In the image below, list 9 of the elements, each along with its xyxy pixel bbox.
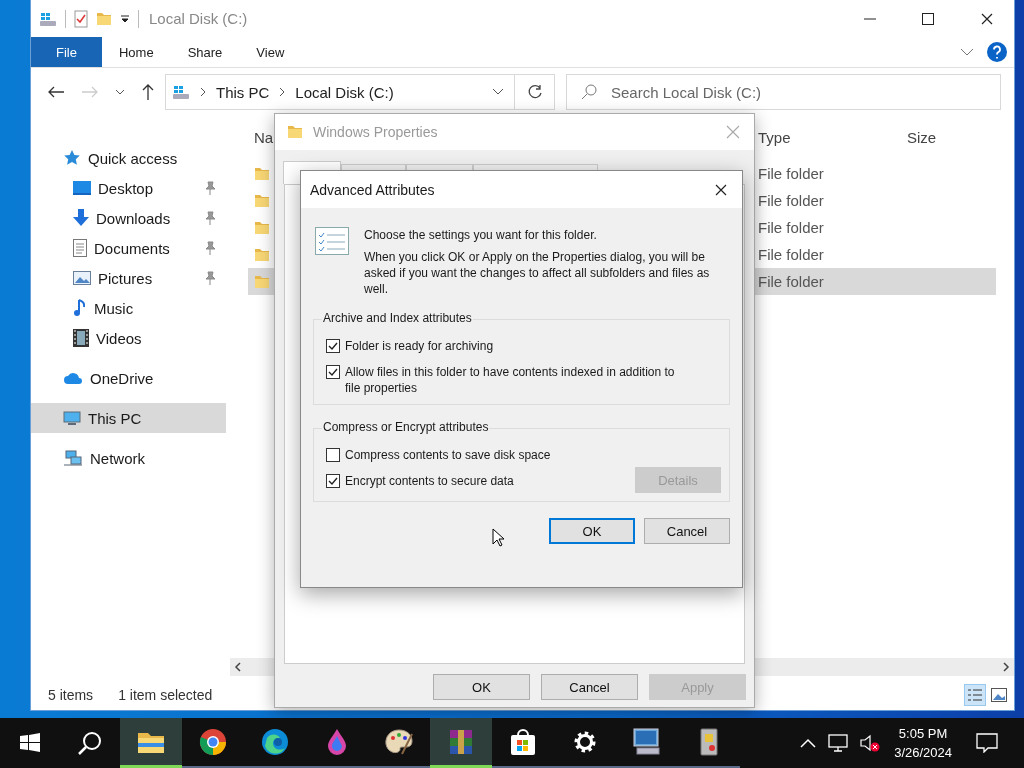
dialog-title: Windows Properties [313, 124, 438, 140]
group-title: Compress or Encrypt attributes [322, 420, 490, 434]
status-text: 1 item selected [118, 687, 213, 703]
dialog-title: Advanced Attributes [310, 181, 435, 198]
note-text: When you click OK or Apply on the Properties dialog, you will be asked if you want the changes to affect all subfolders and files as well. [364, 249, 711, 297]
group-title: Archive and Index attributes [322, 311, 473, 325]
status-text: 5 items [48, 687, 94, 703]
intro-text: Choose the settings you want for this folder. [364, 227, 598, 243]
window-title: Local Disk (C:) [149, 10, 248, 27]
